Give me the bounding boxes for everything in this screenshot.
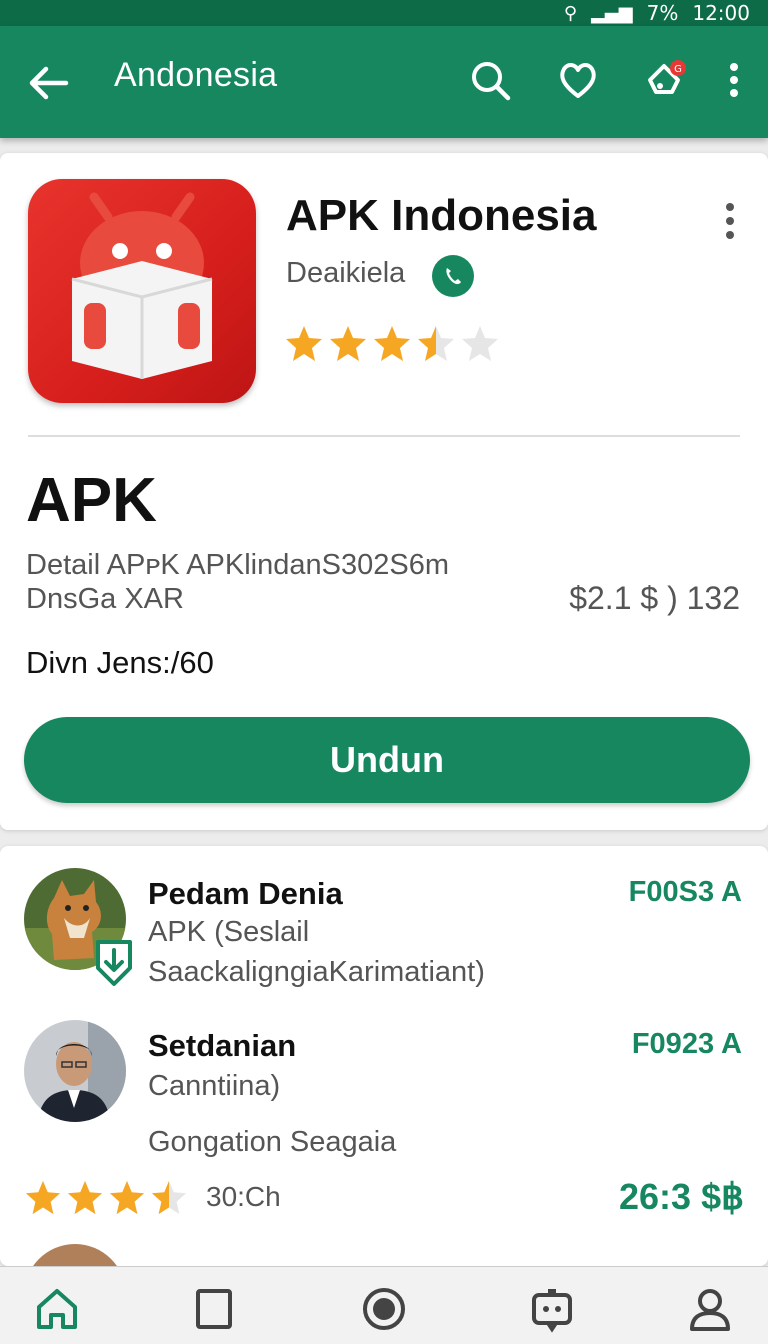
download-button[interactable]: Undun <box>24 717 750 803</box>
developer-name[interactable]: Deaikiela <box>286 257 405 290</box>
wifi-icon: ⚲ <box>563 2 578 24</box>
back-arrow-icon[interactable] <box>26 60 72 106</box>
page-title: Andonesia <box>114 56 278 94</box>
chat-icon[interactable] <box>528 1285 576 1333</box>
star-full-icon <box>286 326 322 361</box>
item-description: Gongation Seagaia <box>148 1126 397 1158</box>
heart-icon[interactable] <box>556 58 600 102</box>
app-detail-card: APK Indonesia Deaikiela APK Detail APᴘK … <box>0 153 768 830</box>
item-rating: 30:Ch <box>24 1178 281 1216</box>
star-full-icon <box>374 326 410 361</box>
bottom-navigation <box>0 1266 768 1344</box>
star-full-icon <box>330 326 366 361</box>
item-name: Setdanian <box>148 1028 297 1063</box>
shield-download-icon <box>96 940 132 986</box>
notification-icon[interactable]: G <box>642 58 686 102</box>
rating-stars <box>24 1178 188 1216</box>
item-code: F00S3 A <box>628 876 742 908</box>
clock: 12:00 <box>692 1 750 25</box>
price-label: $2.1 $ ) 132 <box>569 580 740 616</box>
home-icon[interactable] <box>33 1285 81 1333</box>
list-item[interactable] <box>0 1244 768 1266</box>
downloads-label: Divn Jens:/60 <box>26 645 214 680</box>
avatar <box>24 1244 126 1266</box>
app-name: APK Indonesia <box>286 191 597 240</box>
item-time: 30:Ch <box>206 1181 281 1212</box>
android-box-icon <box>71 192 213 379</box>
battery-percent: 7% <box>646 1 679 25</box>
star-full-icon <box>25 1180 61 1215</box>
more-vert-icon[interactable] <box>718 201 742 241</box>
related-list-card: Pedam Denia APK (Seslail SaackaligngiaKa… <box>0 846 768 1266</box>
item-name: Pedam Denia <box>148 876 343 911</box>
detail-line-1: Detail APᴘK APKlindanS302S6m <box>26 549 449 581</box>
star-full-icon <box>67 1180 103 1215</box>
divider <box>28 435 740 437</box>
item-value: 26:3 $฿ <box>619 1176 744 1217</box>
item-subtitle: Canntiina) <box>148 1070 281 1102</box>
record-icon[interactable] <box>360 1285 408 1333</box>
app-bar: Andonesia G <box>0 26 768 138</box>
verified-icon <box>432 255 474 297</box>
star-half-icon <box>151 1180 187 1215</box>
item-code: F0923 A <box>631 1028 742 1060</box>
star-full-icon <box>109 1180 145 1215</box>
more-vert-icon[interactable] <box>712 58 756 102</box>
app-icon[interactable] <box>28 179 256 403</box>
square-icon[interactable] <box>190 1285 238 1333</box>
detail-line-2: DnsGa XAR <box>26 583 184 615</box>
rating-stars <box>284 323 500 363</box>
svg-text:G: G <box>674 64 682 75</box>
search-icon[interactable] <box>468 58 512 102</box>
avatar <box>24 1020 126 1122</box>
section-title: APK <box>26 466 157 535</box>
signal-icon: ▂▄▆ <box>591 2 633 24</box>
status-bar: ⚲ ▂▄▆ 7% 12:00 <box>0 0 768 26</box>
star-empty-icon <box>462 326 498 361</box>
item-subtitle: APK (Seslail <box>148 916 310 948</box>
star-half-icon <box>418 326 454 361</box>
list-item[interactable]: Setdanian Canntiina) Gongation Seagaia F… <box>0 1020 768 1260</box>
list-item[interactable]: Pedam Denia APK (Seslail SaackaligngiaKa… <box>0 868 768 998</box>
profile-icon[interactable] <box>686 1285 734 1333</box>
item-description: SaackaligngiaKarimatiant) <box>148 956 485 988</box>
